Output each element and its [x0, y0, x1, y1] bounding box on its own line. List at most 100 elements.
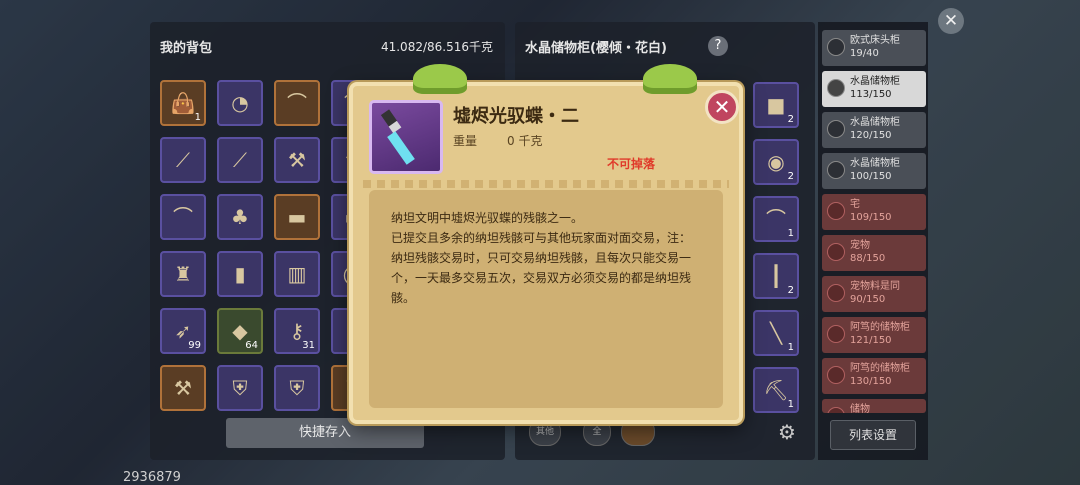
bow-icon: ⌒	[173, 205, 193, 229]
storage-name: 储物	[850, 404, 870, 413]
weight-label: 重量	[453, 134, 478, 148]
inventory-slot[interactable]: ⚒	[274, 137, 320, 183]
storage-capacity: 113/150	[850, 89, 892, 100]
description-line: 已提交且多余的纳坦残骸可与其他玩家面对面交易，注：纳坦残骸交易时，只可交易纳坦残…	[391, 231, 692, 305]
storage-name: 阿笃的储物柜	[850, 363, 910, 374]
question-icon[interactable]: ?	[708, 36, 728, 56]
spear-icon: ⟋	[233, 148, 247, 172]
gear-icon[interactable]: ⚙	[778, 420, 796, 444]
storage-grid: ■ 2 ◉ 2 ⌒ 1 ┃ 2 ╲ 1 ⛏ 1	[751, 82, 803, 432]
storage-list-item[interactable]: 宅 109/150	[822, 194, 926, 230]
divider	[363, 180, 729, 188]
storage-list-item[interactable]: 水晶储物柜 100/150	[822, 153, 926, 189]
close-icon[interactable]: ✕	[938, 8, 964, 34]
inventory-slot[interactable]: ⚷ 31	[274, 308, 320, 354]
storage-capacity: 121/150	[850, 335, 892, 346]
shield-icon: ⛨	[289, 376, 305, 400]
slot-count: 99	[188, 340, 201, 351]
list-settings-button[interactable]: 列表设置	[830, 420, 916, 450]
slot-count: 64	[245, 340, 258, 351]
storage-name: 宠物料是同	[850, 281, 900, 292]
inventory-slot[interactable]: ⌒	[160, 194, 206, 240]
user-icon	[827, 79, 845, 97]
item-description: 纳坦文明中墟烬光驭蝶的残骸之一。 已提交且多余的纳坦残骸可与其他玩家面对面交易，…	[369, 190, 723, 408]
storage-list-item[interactable]: 水晶储物柜 120/150	[822, 112, 926, 148]
storage-slot[interactable]: ┃ 2	[753, 253, 799, 299]
inventory-slot[interactable]: ♣	[217, 194, 263, 240]
item-icon	[369, 100, 443, 174]
slot-count: 31	[302, 340, 315, 351]
storage-list-item[interactable]: 欧式床头柜 19/40	[822, 30, 926, 66]
user-icon	[827, 284, 845, 302]
user-icon	[827, 120, 845, 138]
user-icon	[827, 325, 845, 343]
storage-list-item[interactable]: 储物	[822, 399, 926, 413]
storage-capacity: 90/150	[850, 294, 886, 305]
storage-name: 水晶储物柜	[850, 76, 900, 87]
inventory-slot[interactable]: ▥	[274, 251, 320, 297]
inventory-slot[interactable]: ▬	[274, 194, 320, 240]
inventory-slot[interactable]: ⛨	[274, 365, 320, 411]
inventory-slot[interactable]: ⟋	[160, 137, 206, 183]
weight-value: 0 千克	[507, 134, 543, 148]
storage-title: 水晶储物柜(樱倾・花白)	[525, 41, 667, 56]
slot-count: 1	[194, 112, 201, 123]
pants-icon: ▥	[287, 262, 307, 286]
inventory-slot[interactable]: ♜	[160, 251, 206, 297]
close-icon[interactable]: ✕	[705, 90, 739, 124]
storage-list-item[interactable]: 宠物 88/150	[822, 235, 926, 271]
storage-capacity: 120/150	[850, 130, 892, 141]
storage-capacity: 130/150	[850, 376, 892, 387]
user-icon	[827, 407, 845, 413]
storage-list-item[interactable]: 水晶储物柜 113/150	[822, 71, 926, 107]
slot-count: 2	[787, 171, 794, 182]
storage-name: 宠物	[850, 240, 870, 251]
lightstick-icon	[380, 109, 415, 165]
boots-icon: ▮	[234, 262, 246, 286]
storage-name: 阿笃的储物柜	[850, 322, 910, 333]
inventory-slot[interactable]: ➶ 99	[160, 308, 206, 354]
backpack-grid: 👜1◔⌒⌒⟋⟋⚒⚒⌒♣▬▬♜▮▥◯➶99◆64⚷31⚷⚒⛨⛨⛨	[160, 80, 360, 424]
backpack-weight: 41.082/86.516千克	[380, 40, 493, 54]
bow-icon: ⌒	[287, 91, 307, 115]
leaf-decoration	[643, 64, 697, 94]
slot-count: 1	[787, 228, 794, 239]
hammer-icon: ⚒	[174, 376, 192, 400]
inventory-slot[interactable]: ⛨	[217, 365, 263, 411]
item-detail-popup: 墟烬光驭蝶・二 重量 0 千克 不可掉落 纳坦文明中墟烬光驭蝶的残骸之一。 已提…	[349, 64, 743, 424]
storage-name: 水晶储物柜	[850, 158, 900, 169]
mask-icon: ◔	[231, 91, 249, 115]
user-icon	[827, 366, 845, 384]
armor-icon: ♜	[174, 262, 192, 286]
storage-slot[interactable]: ⌒ 1	[753, 196, 799, 242]
storage-slot[interactable]: ⛏ 1	[753, 367, 799, 413]
storage-slot[interactable]: ■ 2	[753, 82, 799, 128]
user-icon	[827, 161, 845, 179]
shield-icon: ⛨	[232, 376, 248, 400]
axe-icon: ⚒	[288, 148, 306, 172]
user-icon	[827, 202, 845, 220]
storage-name: 宅	[850, 199, 860, 210]
inventory-slot[interactable]: ◔	[217, 80, 263, 126]
storage-list-item[interactable]: 阿笃的储物柜 130/150	[822, 358, 926, 394]
user-icon	[827, 243, 845, 261]
storage-slot[interactable]: ◉ 2	[753, 139, 799, 185]
inventory-slot[interactable]: ◆ 64	[217, 308, 263, 354]
inventory-slot[interactable]: ▮	[217, 251, 263, 297]
storage-capacity: 109/150	[850, 212, 892, 223]
inventory-slot[interactable]: 👜 1	[160, 80, 206, 126]
inventory-slot[interactable]: ⌒	[274, 80, 320, 126]
storage-list-item[interactable]: 阿笃的储物柜 121/150	[822, 317, 926, 353]
item-name: 墟烬光驭蝶・二	[453, 106, 579, 127]
slot-count: 1	[787, 399, 794, 410]
teapot-icon: ♣	[231, 205, 249, 229]
slot-count: 2	[787, 114, 794, 125]
storage-list-item[interactable]: 宠物料是同 90/150	[822, 276, 926, 312]
inventory-slot[interactable]: ⟋	[217, 137, 263, 183]
inventory-slot[interactable]: ⚒	[160, 365, 206, 411]
storage-capacity: 100/150	[850, 171, 892, 182]
description-line: 纳坦文明中墟烬光驭蝶的残骸之一。	[391, 211, 584, 225]
storage-name: 欧式床头柜	[850, 35, 900, 46]
user-icon	[827, 38, 845, 56]
storage-slot[interactable]: ╲ 1	[753, 310, 799, 356]
